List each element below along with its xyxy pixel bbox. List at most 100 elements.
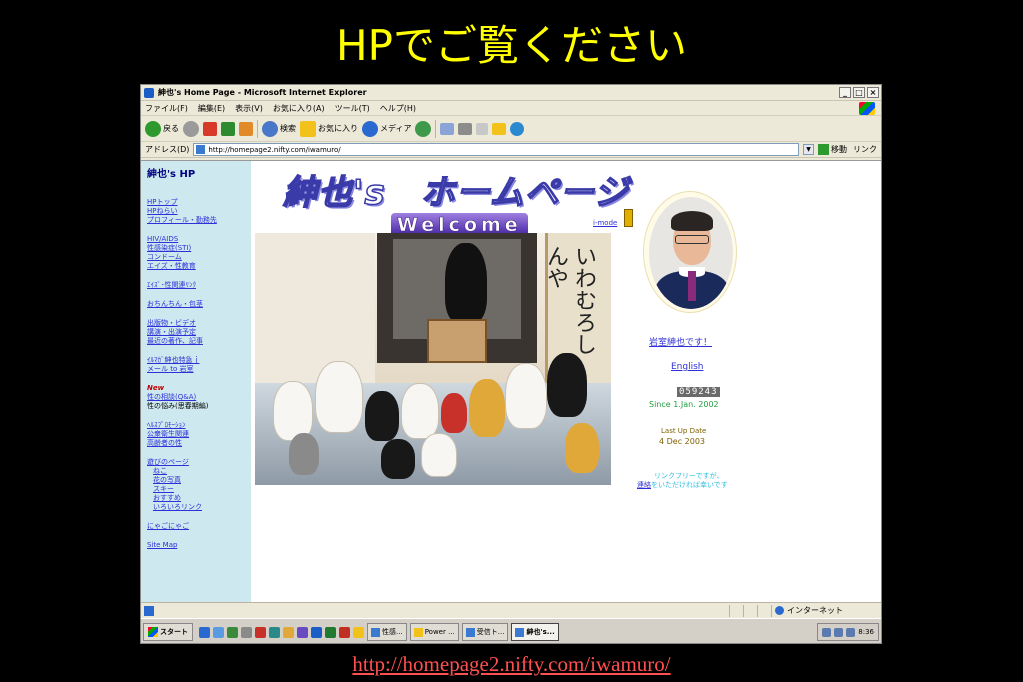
sidebar-sublink[interactable]: いろいろリンク [147,503,251,512]
tray-icon[interactable] [834,627,844,637]
menu-view[interactable]: 表示(V) [235,103,263,114]
page-icon [196,145,206,154]
tray-icon[interactable] [846,627,856,637]
sidebar-sublink[interactable]: 花の写真 [147,476,251,485]
sidebar-link[interactable]: ｲﾙﾏｶﾞ紳也特急ｊ [147,356,251,365]
media-icon [362,120,378,137]
sidebar-link[interactable]: コンドーム [147,253,251,262]
folder-icon[interactable] [492,122,507,135]
minimize-button[interactable]: _ [839,87,851,98]
sidebar-link[interactable]: HIV/AIDS [147,235,251,244]
sidebar-link[interactable]: 性感染症(STI) [147,244,251,253]
sidebar-link[interactable]: メール to 岩室 [147,365,251,374]
menu-tools[interactable]: ツール(T) [335,103,370,114]
sidebar-link[interactable]: 高齢者の性 [147,439,251,448]
excel-launch-icon[interactable] [325,626,336,638]
sidebar-link[interactable]: HPねらい [147,207,251,216]
slide-title: HPでご覧ください [336,21,687,70]
address-input[interactable]: http://homepage2.nifty.com/iwamuro/ [193,143,799,156]
menu-bar: ファイル(F) 編集(E) 表示(V) お気に入り(A) ツール(T) ヘルプ(… [141,101,881,116]
english-link[interactable]: English [671,362,704,372]
taskbar-item-label: 性感... [382,628,403,636]
clock: 8:36 [858,628,874,636]
history-icon[interactable] [415,120,432,137]
homepage-url-link[interactable]: http://homepage2.nifty.com/iwamuro/ [352,652,670,676]
maneki-neko-figure [273,381,313,441]
close-button[interactable]: × [867,87,879,98]
sidebar-sublink[interactable]: スキー [147,485,251,494]
home-icon[interactable] [239,121,253,136]
favorites-button[interactable]: お気に入り [300,120,358,137]
sidebar-link[interactable]: 出版物・ビデオ [147,319,251,328]
maneki-neko-figure [289,433,319,475]
sidebar-link[interactable]: 性の相談(Q&A) [147,393,251,402]
stop-icon[interactable] [203,121,217,136]
status-cell [743,604,757,617]
sidebar-link[interactable]: エイズ・性教育 [147,262,251,271]
contact-link[interactable]: 連絡 [637,481,651,489]
desktop-launch-icon[interactable] [227,626,238,638]
sidebar-link[interactable]: プロフィール・勤務先 [147,216,251,225]
taskbar-item[interactable]: 受信ト... [461,623,509,641]
taskbar-item[interactable]: 性感... [367,623,407,641]
sidebar-link[interactable]: 最近の著作、記事 [147,337,251,346]
back-button[interactable]: 戻る [145,120,179,137]
search-button[interactable]: 検索 [262,120,296,137]
outlook-launch-icon[interactable] [213,626,224,638]
forward-button[interactable] [183,120,199,137]
sidebar-link[interactable]: Site Map [147,541,251,550]
sidebar-link[interactable]: 公衆衛生関連 [147,430,251,439]
new-badge: New [147,384,165,392]
sidebar-link[interactable]: ｴｲｽﾞ･性関連ﾘﾝｸ [147,281,251,290]
edit-icon[interactable] [476,122,489,135]
sidebar-link[interactable]: ﾍﾙｽﾌﾟﾛﾓｰｼｮﾝ [147,421,251,430]
toolbar-divider [435,119,437,138]
address-dropdown-icon[interactable]: ▼ [803,144,814,155]
refresh-icon[interactable] [221,121,235,136]
sidebar-sublink[interactable]: おすすめ [147,494,251,503]
app-launch-icon[interactable] [269,626,280,638]
imode-link[interactable]: i-mode [593,219,617,227]
menu-file[interactable]: ファイル(F) [145,103,188,114]
sidebar-link[interactable]: にゃごにゃご [147,522,251,531]
sidebar-group: ｴｲｽﾞ･性関連ﾘﾝｸ [147,281,251,290]
go-button[interactable]: 移動 [818,144,847,155]
sidebar-link[interactable]: 講演・出演予定 [147,328,251,337]
taskbar-item[interactable]: Power ... [409,623,459,641]
ie-launch-icon[interactable] [199,626,210,638]
self-intro-link[interactable]: 岩室紳也です！ [649,335,712,348]
sidebar-link[interactable]: 遊びのページ [147,458,251,467]
app-launch-icon[interactable] [241,626,252,638]
sidebar-group: おちんちん・包茎 [147,300,251,309]
app-launch-icon[interactable] [297,626,308,638]
mail-icon[interactable] [440,122,455,135]
forward-arrow-icon [183,120,199,137]
counter-since: Since 1.Jan. 2002 [649,400,719,409]
sidebar-link[interactable]: おちんちん・包茎 [147,300,251,309]
print-icon[interactable] [458,122,473,135]
links-button[interactable]: リンク [853,144,877,155]
site-title: 紳也's ホームページ [282,172,629,214]
star-icon [300,120,316,137]
contact-notice: 連絡をいただければ幸いです [637,480,728,490]
globe-icon [775,606,784,615]
last-update-label: Last Up Date [661,427,707,435]
tray-icon[interactable] [822,627,832,637]
maneki-neko-figure [565,423,599,473]
menu-help[interactable]: ヘルプ(H) [380,103,416,114]
avatar-tie [688,271,696,301]
powerpoint-launch-icon[interactable] [339,626,350,638]
sidebar-link[interactable]: HPトップ [147,198,251,207]
menu-favorites[interactable]: お気に入り(A) [273,103,325,114]
media-button[interactable]: メディア [362,120,411,137]
app-launch-icon[interactable] [255,626,266,638]
sidebar-sublink[interactable]: ねこ [147,467,251,476]
menu-edit[interactable]: 編集(E) [198,103,225,114]
messenger-icon[interactable] [510,121,525,136]
maximize-button[interactable]: □ [853,87,865,98]
start-button[interactable]: スタート [143,623,193,641]
taskbar-item-active[interactable]: 紳也's... [511,623,559,641]
folder-launch-icon[interactable] [353,626,364,638]
word-launch-icon[interactable] [311,626,322,638]
app-launch-icon[interactable] [283,626,294,638]
